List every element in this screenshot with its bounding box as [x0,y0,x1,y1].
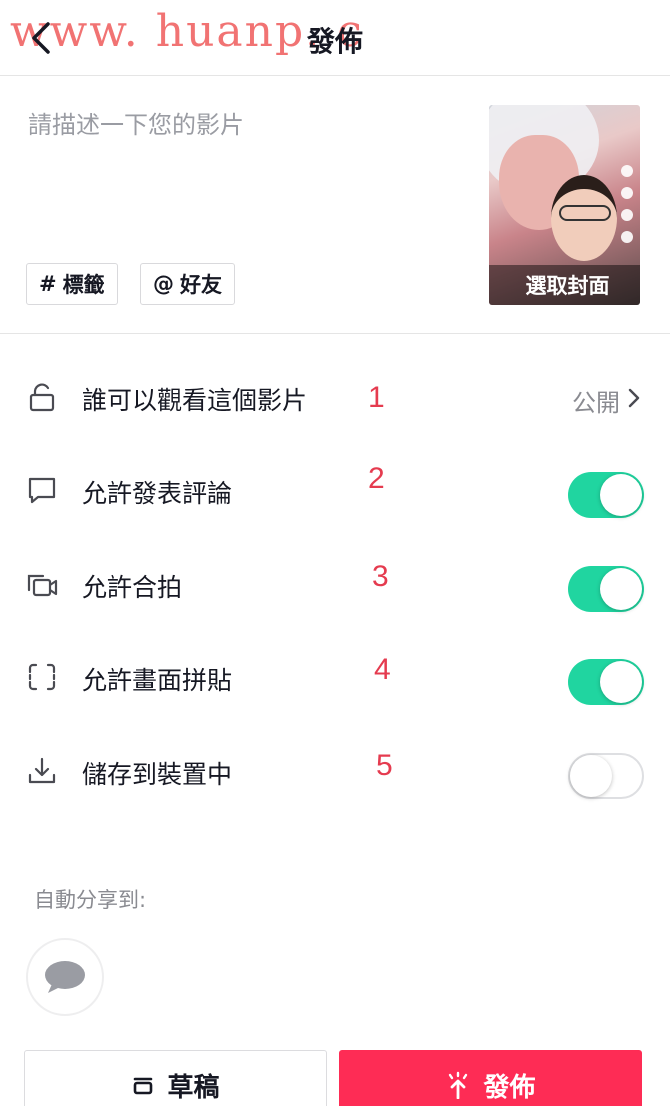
annotation-number-4: 4 [374,653,391,686]
hashtag-label: 標籤 [62,273,105,297]
allow-duet-label: 允許合拍 [82,573,183,602]
allow-comments-label: 允許發表評論 [82,479,233,508]
lock-icon [29,383,55,412]
annotation-number-3: 3 [372,560,389,593]
allow-duet-row: 允許合拍 3 [0,544,670,624]
toggle-knob [570,755,612,797]
auto-share-title: 自動分享到: [34,888,147,912]
draft-icon [134,1077,153,1095]
privacy-label: 誰可以觀看這個影片 [82,386,308,415]
publish-icon [449,1071,468,1099]
hashtag-icon: # [39,272,57,296]
comment-icon [28,477,56,504]
duet-icon [27,574,58,597]
mention-label: 好友 [180,273,222,297]
publish-button[interactable]: 發佈 [339,1050,642,1106]
chevron-right-icon [628,388,640,408]
annotation-number-5: 5 [376,749,393,782]
privacy-row[interactable]: 誰可以觀看這個影片 1 公開 [0,357,670,437]
cover-label: 選取封面 [489,265,640,305]
draft-button[interactable]: 草稿 [24,1050,327,1106]
page-title: 發佈 [306,25,363,58]
annotation-number-1: 1 [368,381,385,414]
stitch-icon [28,663,56,691]
download-icon [28,757,56,784]
save-to-device-label: 儲存到裝置中 [82,760,233,789]
allow-comments-toggle[interactable] [568,472,644,518]
mention-button[interactable]: @ 好友 [140,263,235,305]
toggle-knob [600,568,642,610]
cover-select-button[interactable]: 選取封面 [489,105,640,305]
publish-label: 發佈 [483,1072,536,1103]
toggle-knob [600,661,642,703]
allow-stitch-label: 允許畫面拼貼 [82,666,233,695]
draft-label: 草稿 [167,1072,220,1103]
mention-icon: @ [153,272,174,296]
description-input[interactable] [28,105,448,225]
annotation-number-2: 2 [368,462,385,495]
save-to-device-toggle[interactable] [568,753,644,799]
share-message-button[interactable] [26,938,104,1016]
allow-stitch-toggle[interactable] [568,659,644,705]
cover-side-icons [618,165,636,243]
allow-stitch-row: 允許畫面拼貼 4 [0,637,670,717]
allow-comments-row: 允許發表評論 2 [0,450,670,530]
save-to-device-row: 儲存到裝置中 5 [0,731,670,811]
description-section: # 標籤 @ 好友 選取封面 [0,77,670,334]
hashtag-button[interactable]: # 標籤 [26,263,118,305]
message-icon [45,961,85,993]
privacy-value: 公開 [572,389,620,417]
allow-duet-toggle[interactable] [568,566,644,612]
toggle-knob [600,474,642,516]
